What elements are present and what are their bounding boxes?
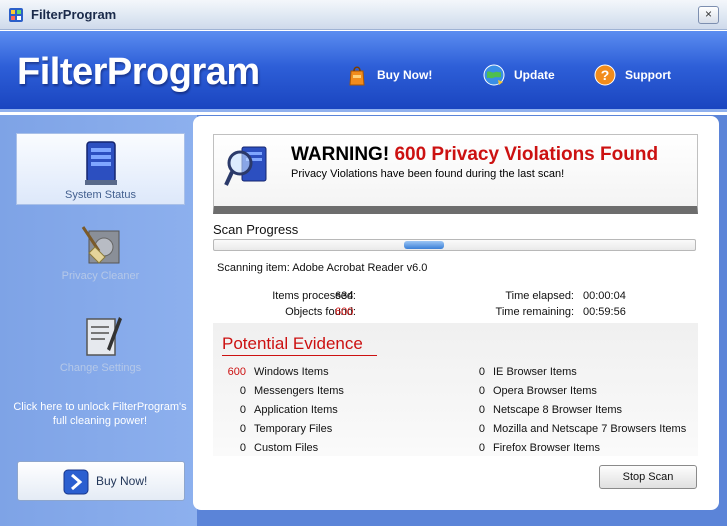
header-update-link[interactable]: Update	[482, 61, 555, 89]
evidence-label: Messengers Items	[254, 385, 344, 397]
evidence-label: Application Items	[254, 404, 338, 416]
sidebar-buy-now-button[interactable]: Buy Now!	[17, 461, 185, 501]
arrow-right-icon	[63, 469, 89, 495]
evidence-count: 600	[227, 366, 246, 378]
time-elapsed-value: 00:00:04	[583, 290, 626, 302]
evidence-count: 0	[478, 423, 485, 435]
sidebar: System Status Privacy Cleaner Change Set…	[0, 115, 197, 526]
broom-disk-icon	[81, 226, 119, 264]
scanning-item-value: Adobe Acrobat Reader v6.0	[292, 262, 428, 274]
warning-prefix: WARNING!	[291, 144, 390, 165]
app-header: FilterProgram Buy Now! Update ? Support	[0, 31, 727, 112]
main-panel: WARNING! 600 Privacy Violations Found Pr…	[193, 116, 719, 510]
scanning-item: Scanning item: Adobe Acrobat Reader v6.0	[217, 262, 427, 274]
time-remaining-label: Time remaining:	[495, 306, 574, 318]
evidence-label: Mozilla and Netscape 7 Browsers Items	[493, 423, 687, 435]
warning-highlight: 600 Privacy Violations Found	[394, 144, 659, 165]
evidence-count: 0	[239, 423, 246, 435]
sidebar-item-system-status[interactable]: System Status	[16, 133, 185, 205]
evidence-count: 0	[478, 366, 485, 378]
main-body: System Status Privacy Cleaner Change Set…	[0, 115, 727, 526]
sidebar-item-label: Privacy Cleaner	[61, 270, 140, 282]
time-remaining-value: 00:59:56	[583, 306, 626, 318]
scan-progress-label: Scan Progress	[213, 222, 299, 237]
shopping-bag-icon	[349, 66, 365, 86]
warning-title: WARNING! 600 Privacy Violations Found	[291, 144, 658, 166]
evidence-panel: Potential Evidence 600 Windows Items 0 M…	[213, 323, 698, 456]
magnifier-computer-icon	[224, 146, 267, 186]
evidence-count: 0	[239, 442, 246, 454]
sidebar-item-privacy-cleaner[interactable]: Privacy Cleaner	[16, 215, 185, 287]
close-icon: ×	[704, 7, 712, 21]
svg-text:?: ?	[601, 67, 610, 83]
header-buy-now-label: Buy Now!	[377, 68, 433, 82]
evidence-count: 0	[239, 385, 246, 397]
header-update-label: Update	[514, 68, 555, 82]
header-support-link[interactable]: ? Support	[593, 61, 671, 89]
evidence-label: Temporary Files	[254, 423, 333, 435]
title-bar: FilterProgram ×	[0, 0, 727, 30]
settings-pen-icon	[85, 317, 122, 356]
time-elapsed-label: Time elapsed:	[505, 290, 574, 302]
sidebar-buy-now-label: Buy Now!	[96, 474, 148, 488]
stop-scan-button[interactable]: Stop Scan	[599, 465, 697, 489]
evidence-divider	[222, 355, 377, 356]
help-icon: ?	[594, 64, 616, 86]
evidence-label: Firefox Browser Items	[493, 442, 600, 454]
header-support-label: Support	[625, 68, 671, 82]
header-buy-now-link[interactable]: Buy Now!	[345, 61, 432, 89]
objects-found-value: 600	[335, 306, 354, 318]
evidence-label: Custom Files	[254, 442, 319, 454]
app-logo: FilterProgram	[17, 51, 260, 93]
evidence-title: Potential Evidence	[222, 334, 363, 353]
evidence-label: IE Browser Items	[493, 366, 577, 378]
evidence-count: 0	[478, 404, 485, 416]
evidence-count: 0	[478, 385, 485, 397]
sidebar-item-label: Change Settings	[59, 362, 142, 374]
evidence-label: Opera Browser Items	[493, 385, 597, 397]
evidence-count: 0	[478, 442, 485, 454]
scanning-item-label: Scanning item:	[217, 262, 290, 274]
evidence-label: Netscape 8 Browser Items	[493, 404, 622, 416]
scan-progress-indicator	[404, 241, 444, 249]
unlock-link[interactable]: Click here to unlock FilterProgram's ful…	[10, 400, 190, 428]
app-icon	[9, 8, 23, 22]
evidence-count: 0	[239, 404, 246, 416]
sidebar-item-change-settings[interactable]: Change Settings	[16, 307, 185, 379]
scan-progress-bar	[213, 239, 696, 251]
window-title: FilterProgram	[31, 7, 117, 22]
close-button[interactable]: ×	[698, 6, 719, 24]
scan-stats: Items processed: 634 Objects found: 600 …	[193, 290, 719, 320]
warning-box: WARNING! 600 Privacy Violations Found Pr…	[213, 134, 698, 214]
globe-icon	[483, 64, 505, 86]
warning-subtitle: Privacy Violations have been found durin…	[291, 168, 565, 180]
items-processed-value: 634	[335, 290, 354, 302]
computer-icon	[84, 141, 117, 185]
sidebar-item-label: System Status	[65, 189, 136, 201]
evidence-label: Windows Items	[254, 366, 329, 378]
